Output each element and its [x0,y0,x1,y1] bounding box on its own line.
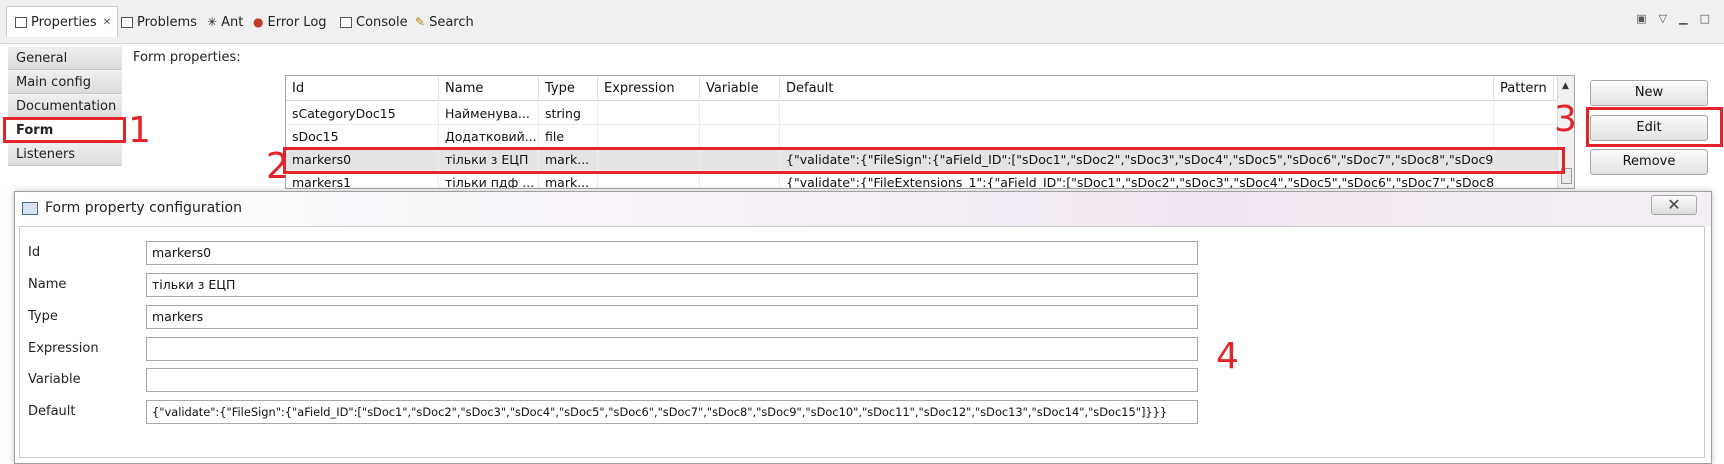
close-icon[interactable]: ✕ [103,17,111,28]
tab-search[interactable]: ✎ Search [415,12,474,32]
ant-icon: ✳ [207,15,218,29]
dialog-body: Id markers0 Name тільки з ЕЦП Type marke… [19,226,1705,458]
tab-error-log[interactable]: ● Error Log [253,12,327,32]
annotation-box-1 [3,117,126,143]
tab-properties-label: Properties [31,14,97,30]
category-main-config[interactable]: Main config [8,70,122,94]
tab-search-label: Search [429,14,474,30]
variable-field[interactable] [146,368,1198,392]
column-header-expression[interactable]: Expression [598,76,700,101]
annotation-number-4: 4 [1216,336,1239,377]
view-menu-icon[interactable]: ▽ [1659,12,1667,25]
tab-properties[interactable]: Properties ✕ [6,6,119,37]
type-label: Type [28,309,58,324]
cell-type: file [539,125,598,148]
new-button[interactable]: New [1590,80,1708,106]
dialog-window-icon [22,202,38,215]
column-header-id[interactable]: Id [286,76,439,101]
column-header-pattern[interactable]: Pattern [1494,76,1554,101]
maximize-icon[interactable]: □ [1700,12,1710,25]
name-label: Name [28,277,67,292]
dialog-title: Form property configuration [45,200,242,216]
minimize-icon[interactable]: ▁ [1679,12,1687,25]
annotation-number-1: 1 [128,110,151,151]
category-general[interactable]: General [8,46,122,70]
tab-error-log-label: Error Log [267,14,327,30]
problems-icon [121,16,133,28]
cell-default [780,102,1494,125]
properties-icon [15,16,27,28]
close-icon: ✕ [1667,195,1681,214]
form-property-configuration-dialog: Form property configuration ✕ Id markers… [14,191,1712,464]
scroll-up-icon[interactable]: ▲ [1562,81,1569,91]
form-properties-label: Form properties: [133,50,241,65]
annotation-box-2 [283,147,1565,174]
default-field[interactable]: {"validate":{"FileSign":{"aField_ID":["s… [146,400,1198,424]
view-tab-bar: Properties ✕ Problems ✳ Ant ● Error Log … [0,0,1724,44]
variable-label: Variable [28,372,81,387]
search-icon: ✎ [415,15,426,29]
annotation-number-2: 2 [266,146,289,187]
tab-console-label: Console [356,14,408,30]
column-header-name[interactable]: Name [439,76,539,101]
table-row[interactable]: sCategoryDoc15 Найменува... string [286,102,1558,125]
dialog-title-bar[interactable]: Form property configuration ✕ [15,192,1711,226]
cell-variable [700,125,780,148]
column-header-default[interactable]: Default [780,76,1494,101]
column-header-variable[interactable]: Variable [700,76,780,101]
cell-name: Додатковий... [439,125,539,148]
cell-name: Найменува... [439,102,539,125]
id-field[interactable]: markers0 [146,241,1198,265]
tab-problems[interactable]: Problems [121,12,197,32]
annotation-box-3 [1586,107,1723,147]
property-category-list: General Main config Documentation Form L… [8,46,122,166]
cell-id: sCategoryDoc15 [286,102,439,125]
cell-type: string [539,102,598,125]
cell-variable [700,102,780,125]
category-documentation[interactable]: Documentation [8,94,122,118]
cell-default [780,125,1494,148]
console-icon [340,16,352,28]
table-row[interactable]: sDoc15 Додатковий... file [286,125,1558,148]
default-label: Default [28,404,76,419]
cell-expression [598,125,700,148]
tab-ant[interactable]: ✳ Ant [207,12,243,32]
tab-console[interactable]: Console [340,12,408,32]
cell-id: sDoc15 [286,125,439,148]
annotation-number-3: 3 [1554,99,1577,140]
column-header-type[interactable]: Type [539,76,598,101]
type-field[interactable]: markers [146,305,1198,329]
cell-expression [598,102,700,125]
expression-field[interactable] [146,337,1198,361]
category-listeners[interactable]: Listeners [8,142,122,166]
name-field[interactable]: тільки з ЕЦП [146,273,1198,297]
dialog-close-button[interactable]: ✕ [1651,195,1697,215]
remove-button[interactable]: Remove [1590,149,1708,175]
view-controls: ▣ ▽ ▁ □ [1636,12,1710,25]
expression-label: Expression [28,341,99,356]
tab-problems-label: Problems [137,14,197,30]
error-log-icon: ● [253,15,264,29]
pin-view-icon[interactable]: ▣ [1636,12,1646,25]
tab-ant-label: Ant [221,14,244,30]
table-header: Id Name Type Expression Variable Default… [286,76,1574,101]
id-label: Id [28,245,41,260]
